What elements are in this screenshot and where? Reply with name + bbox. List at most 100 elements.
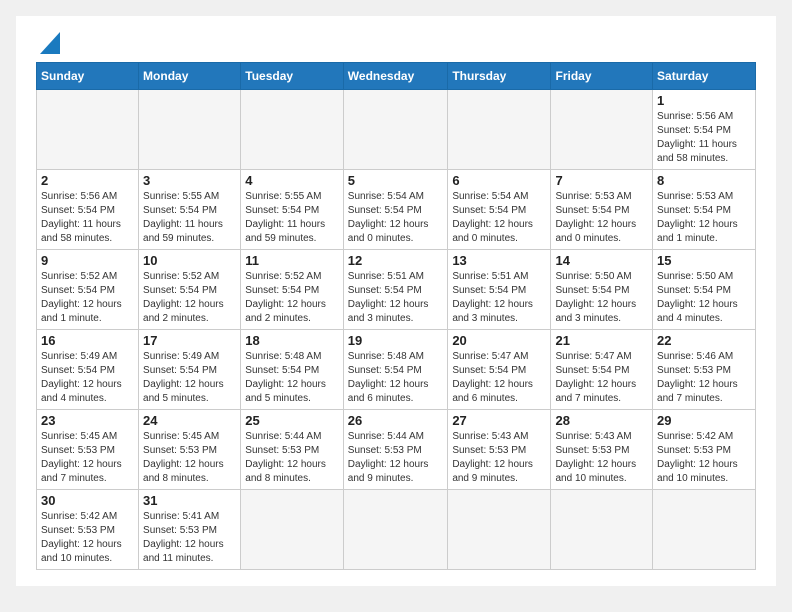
day-number: 4 (245, 173, 339, 188)
calendar-cell: 4Sunrise: 5:55 AM Sunset: 5:54 PM Daylig… (241, 170, 344, 250)
logo-icon (40, 32, 60, 54)
calendar-cell (37, 90, 139, 170)
calendar-cell: 2 Sunrise: 5:56 AM Sunset: 5:54 PM Daylig… (37, 170, 139, 250)
calendar-cell: 13 Sunrise: 5:51 AM Sunset: 5:54 PM Dayli… (448, 250, 551, 330)
day-number: 13 (452, 253, 546, 268)
day-info: Sunrise: 5:51 AM Sunset: 5:54 PM Dayligh… (348, 270, 444, 326)
day-info: Sunrise: 5:41 AM Sunset: 5:53 PM Dayligh… (143, 510, 236, 566)
calendar-cell: 29 Sunrise: 5:42 AM Sunset: 5:53 PM Dayli… (653, 410, 756, 490)
day-number: 28 (555, 413, 648, 428)
day-number: 27 (452, 413, 546, 428)
day-number: 8 (657, 173, 751, 188)
weekday-saturday: Saturday (653, 63, 756, 90)
calendar-cell: 6 Sunrise: 5:54 AM Sunset: 5:54 PM Daylig… (448, 170, 551, 250)
calendar-cell: 9 Sunrise: 5:52 AM Sunset: 5:54 PM Daylig… (37, 250, 139, 330)
weekday-friday: Friday (551, 63, 653, 90)
day-number: 18 (245, 333, 339, 348)
calendar-cell: 15 Sunrise: 5:50 AM Sunset: 5:54 PM Dayli… (653, 250, 756, 330)
day-info: Sunrise: 5:45 AM Sunset: 5:53 PM Dayligh… (143, 430, 236, 486)
calendar-cell: 24 Sunrise: 5:45 AM Sunset: 5:53 PM Dayli… (139, 410, 241, 490)
calendar-cell: 14Sunrise: 5:50 AM Sunset: 5:54 PM Dayli… (551, 250, 653, 330)
calendar-cell: 8 Sunrise: 5:53 AM Sunset: 5:54 PM Daylig… (653, 170, 756, 250)
calendar-cell: 11Sunrise: 5:52 AM Sunset: 5:54 PM Dayli… (241, 250, 344, 330)
calendar-cell: 10 Sunrise: 5:52 AM Sunset: 5:54 PM Dayli… (139, 250, 241, 330)
calendar-cell (343, 90, 448, 170)
day-number: 31 (143, 493, 236, 508)
day-number: 19 (348, 333, 444, 348)
weekday-tuesday: Tuesday (241, 63, 344, 90)
weekday-thursday: Thursday (448, 63, 551, 90)
day-number: 6 (452, 173, 546, 188)
calendar-cell: 20Sunrise: 5:47 AM Sunset: 5:54 PM Dayli… (448, 330, 551, 410)
week-row-5: 30Sunrise: 5:42 AM Sunset: 5:53 PM Dayli… (37, 490, 756, 570)
day-number: 5 (348, 173, 444, 188)
day-number: 3 (143, 173, 236, 188)
week-row-0: 1Sunrise: 5:56 AM Sunset: 5:54 PM Daylig… (37, 90, 756, 170)
day-info: Sunrise: 5:52 AM Sunset: 5:54 PM Dayligh… (41, 270, 134, 326)
day-number: 1 (657, 93, 751, 108)
weekday-wednesday: Wednesday (343, 63, 448, 90)
day-number: 2 (41, 173, 134, 188)
day-number: 23 (41, 413, 134, 428)
day-info: Sunrise: 5:54 AM Sunset: 5:54 PM Dayligh… (452, 190, 546, 246)
week-row-3: 16Sunrise: 5:49 AM Sunset: 5:54 PM Dayli… (37, 330, 756, 410)
day-info: Sunrise: 5:43 AM Sunset: 5:53 PM Dayligh… (452, 430, 546, 486)
day-number: 15 (657, 253, 751, 268)
calendar-cell (448, 490, 551, 570)
header (36, 32, 756, 54)
calendar-cell (551, 90, 653, 170)
calendar-cell: 27 Sunrise: 5:43 AM Sunset: 5:53 PM Dayli… (448, 410, 551, 490)
day-number: 10 (143, 253, 236, 268)
day-info: Sunrise: 5:52 AM Sunset: 5:54 PM Dayligh… (143, 270, 236, 326)
calendar-cell: 28 Sunrise: 5:43 AM Sunset: 5:53 PM Dayli… (551, 410, 653, 490)
calendar-cell: 31 Sunrise: 5:41 AM Sunset: 5:53 PM Dayli… (139, 490, 241, 570)
day-info: Sunrise: 5:43 AM Sunset: 5:53 PM Dayligh… (555, 430, 648, 486)
day-info: Sunrise: 5:48 AM Sunset: 5:54 PM Dayligh… (245, 350, 339, 406)
week-row-1: 2 Sunrise: 5:56 AM Sunset: 5:54 PM Daylig… (37, 170, 756, 250)
day-info: Sunrise: 5:53 AM Sunset: 5:54 PM Dayligh… (555, 190, 648, 246)
day-number: 24 (143, 413, 236, 428)
day-number: 26 (348, 413, 444, 428)
logo-inner (36, 32, 60, 54)
day-info: Sunrise: 5:44 AM Sunset: 5:53 PM Dayligh… (348, 430, 444, 486)
calendar-cell: 25Sunrise: 5:44 AM Sunset: 5:53 PM Dayli… (241, 410, 344, 490)
calendar-cell: 16Sunrise: 5:49 AM Sunset: 5:54 PM Dayli… (37, 330, 139, 410)
day-info: Sunrise: 5:45 AM Sunset: 5:53 PM Dayligh… (41, 430, 134, 486)
day-info: Sunrise: 5:52 AM Sunset: 5:54 PM Dayligh… (245, 270, 339, 326)
day-info: Sunrise: 5:42 AM Sunset: 5:53 PM Dayligh… (657, 430, 751, 486)
calendar-cell (343, 490, 448, 570)
calendar-cell: 30Sunrise: 5:42 AM Sunset: 5:53 PM Dayli… (37, 490, 139, 570)
day-info: Sunrise: 5:50 AM Sunset: 5:54 PM Dayligh… (657, 270, 751, 326)
day-number: 7 (555, 173, 648, 188)
calendar-cell: 23 Sunrise: 5:45 AM Sunset: 5:53 PM Dayli… (37, 410, 139, 490)
calendar-cell: 17 Sunrise: 5:49 AM Sunset: 5:54 PM Dayli… (139, 330, 241, 410)
day-info: Sunrise: 5:44 AM Sunset: 5:53 PM Dayligh… (245, 430, 339, 486)
calendar-cell: 3 Sunrise: 5:55 AM Sunset: 5:54 PM Daylig… (139, 170, 241, 250)
calendar-cell: 5 Sunrise: 5:54 AM Sunset: 5:54 PM Daylig… (343, 170, 448, 250)
calendar-cell: 7 Sunrise: 5:53 AM Sunset: 5:54 PM Daylig… (551, 170, 653, 250)
calendar-cell: 12Sunrise: 5:51 AM Sunset: 5:54 PM Dayli… (343, 250, 448, 330)
day-number: 17 (143, 333, 236, 348)
day-number: 20 (452, 333, 546, 348)
calendar-cell: 22Sunrise: 5:46 AM Sunset: 5:53 PM Dayli… (653, 330, 756, 410)
weekday-header-row: SundayMondayTuesdayWednesdayThursdayFrid… (37, 63, 756, 90)
day-info: Sunrise: 5:54 AM Sunset: 5:54 PM Dayligh… (348, 190, 444, 246)
day-number: 21 (555, 333, 648, 348)
day-info: Sunrise: 5:51 AM Sunset: 5:54 PM Dayligh… (452, 270, 546, 326)
day-info: Sunrise: 5:56 AM Sunset: 5:54 PM Dayligh… (41, 190, 134, 246)
calendar-page: SundayMondayTuesdayWednesdayThursdayFrid… (16, 16, 776, 586)
day-info: Sunrise: 5:50 AM Sunset: 5:54 PM Dayligh… (555, 270, 648, 326)
day-number: 9 (41, 253, 134, 268)
day-number: 22 (657, 333, 751, 348)
calendar-cell (448, 90, 551, 170)
calendar-cell (241, 490, 344, 570)
day-info: Sunrise: 5:53 AM Sunset: 5:54 PM Dayligh… (657, 190, 751, 246)
day-info: Sunrise: 5:55 AM Sunset: 5:54 PM Dayligh… (143, 190, 236, 246)
calendar-cell: 21Sunrise: 5:47 AM Sunset: 5:54 PM Dayli… (551, 330, 653, 410)
day-number: 30 (41, 493, 134, 508)
calendar-table: SundayMondayTuesdayWednesdayThursdayFrid… (36, 62, 756, 570)
calendar-cell (139, 90, 241, 170)
day-number: 29 (657, 413, 751, 428)
calendar-cell (551, 490, 653, 570)
day-info: Sunrise: 5:49 AM Sunset: 5:54 PM Dayligh… (143, 350, 236, 406)
